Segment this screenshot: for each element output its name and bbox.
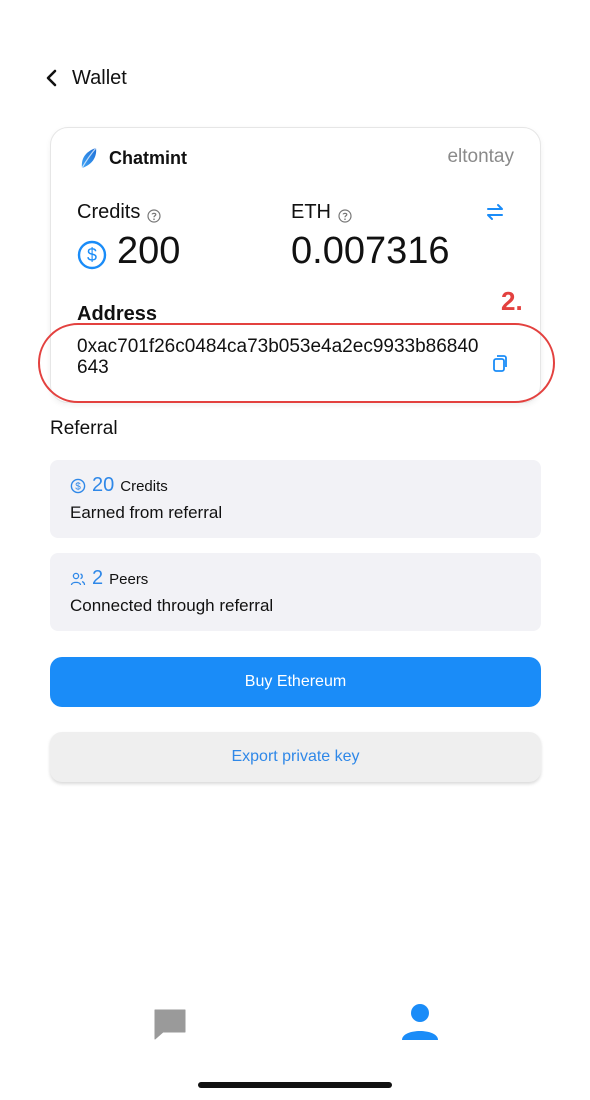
export-private-key-button[interactable]: Export private key bbox=[50, 732, 541, 782]
referral-title: Referral bbox=[50, 418, 118, 439]
home-indicator bbox=[198, 1082, 392, 1088]
chevron-left-icon[interactable] bbox=[44, 69, 60, 87]
credits-label-row: Credits bbox=[77, 201, 180, 224]
help-icon[interactable] bbox=[147, 206, 161, 223]
referral-credits-description: Earned from referral bbox=[70, 503, 223, 522]
buy-ethereum-button[interactable]: Buy Ethereum bbox=[50, 657, 541, 707]
referral-credits-card: $ 20 Credits Earned from referral bbox=[50, 460, 541, 538]
credits-value-row: $ 200 bbox=[77, 230, 180, 273]
annotation-step-number: 2. bbox=[501, 286, 523, 316]
credits-value: 200 bbox=[117, 230, 181, 272]
people-icon bbox=[70, 571, 86, 587]
annotation-highlight bbox=[38, 323, 555, 403]
referral-credits-number: 20 bbox=[92, 474, 115, 496]
referral-peers-card: 2 Peers Connected through referral bbox=[50, 553, 541, 631]
username: eltontay bbox=[447, 146, 514, 167]
dollar-circle-icon: $ bbox=[77, 237, 107, 269]
referral-peers-description: Connected through referral bbox=[70, 596, 274, 615]
referral-peers-number: 2 bbox=[92, 567, 104, 589]
swap-arrows-icon[interactable] bbox=[484, 203, 506, 221]
eth-label-row: ETH bbox=[291, 201, 450, 224]
header: Wallet bbox=[44, 64, 127, 92]
eth-metric: ETH 0.007316 bbox=[291, 201, 450, 273]
referral-credits-unit: Credits bbox=[120, 478, 168, 495]
chat-bubble-icon[interactable] bbox=[152, 1006, 188, 1042]
referral-peers-row: 2 Peers bbox=[70, 567, 148, 590]
credits-label: Credits bbox=[77, 201, 141, 223]
user-profile-icon[interactable] bbox=[400, 1001, 440, 1041]
credits-metric: Credits $ 200 bbox=[77, 201, 180, 273]
brand: Chatmint bbox=[77, 146, 187, 170]
help-icon[interactable] bbox=[338, 206, 352, 223]
referral-peers-unit: Peers bbox=[109, 571, 149, 588]
eth-value: 0.007316 bbox=[291, 230, 450, 272]
brand-name: Chatmint bbox=[109, 147, 187, 168]
referral-credits-row: $ 20 Credits bbox=[70, 474, 168, 497]
eth-label: ETH bbox=[291, 201, 331, 223]
svg-text:$: $ bbox=[87, 245, 97, 265]
dollar-circle-icon: $ bbox=[70, 478, 86, 494]
eth-value-row: 0.007316 bbox=[291, 230, 450, 273]
chatmint-logo-icon bbox=[77, 146, 101, 170]
page-title: Wallet bbox=[72, 66, 127, 89]
svg-text:$: $ bbox=[75, 481, 81, 492]
